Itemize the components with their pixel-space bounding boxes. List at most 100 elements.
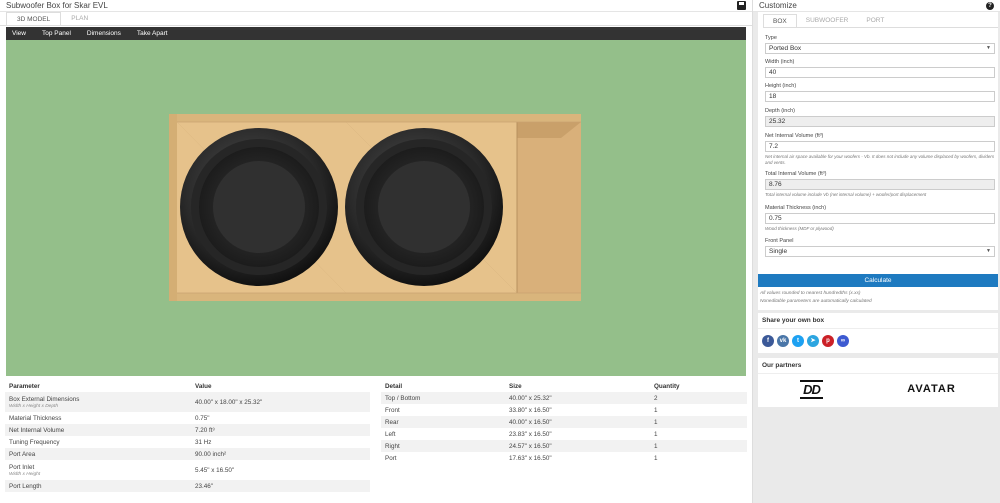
type-field: Type Ported Box ▼ <box>765 35 995 54</box>
vk-icon[interactable]: vk <box>777 335 789 347</box>
detail-name: Top / Bottom <box>381 392 505 404</box>
detail-size: 40.00" x 25.32" <box>505 392 650 404</box>
param-name: Net Internal Volume <box>5 424 191 436</box>
col-value: Value <box>195 382 212 390</box>
detail-name: Left <box>385 430 396 438</box>
social-icons: f vk t ➤ p ∞ <box>758 329 998 353</box>
width-input[interactable]: 40 <box>765 67 995 78</box>
customize-header: Customize ? <box>753 0 1000 12</box>
type-select[interactable]: Ported Box <box>765 43 995 54</box>
param-name: Tuning Frequency <box>9 438 60 446</box>
table-row: Material Thickness 0.75" <box>5 412 370 424</box>
detail-size: 17.63" x 16.50" <box>509 454 552 462</box>
height-input[interactable]: 18 <box>765 91 995 102</box>
height-label: Height (inch) <box>765 83 797 89</box>
depth-field: Depth (inch) 25.32 <box>765 108 995 127</box>
depth-input: 25.32 <box>765 116 995 127</box>
table-row: Port Inlet Width x Height 5.45" x 16.50" <box>5 460 370 480</box>
width-field: Width (inch) 40 <box>765 59 995 78</box>
menu-take-apart[interactable]: Take Apart <box>131 30 174 37</box>
customize-title: Customize <box>759 1 797 10</box>
tab-subwoofer[interactable]: SUBWOOFER <box>797 14 858 27</box>
col-parameter: Parameter <box>9 382 40 390</box>
col-quantity: Quantity <box>654 382 680 390</box>
param-value: 5.45" x 16.50" <box>195 466 235 474</box>
menu-view[interactable]: View <box>6 30 32 37</box>
menu-dimensions[interactable]: Dimensions <box>81 30 127 37</box>
thickness-field: Material Thickness (inch) 0.75 Wood thic… <box>765 205 995 232</box>
tab-3d-model[interactable]: 3D MODEL <box>6 12 62 25</box>
table-row: Box External Dimensions Width x Height x … <box>5 392 370 412</box>
parameters-table: Parameter Value Box External Dimensions W… <box>5 380 370 492</box>
width-label: Width (inch) <box>765 59 795 65</box>
port-chamber <box>517 122 581 293</box>
partners-title: Our partners <box>758 358 998 374</box>
table-row: Net Internal Volume 7.20 ft³ <box>5 424 370 436</box>
tab-box[interactable]: BOX <box>763 14 797 27</box>
save-icon[interactable] <box>737 1 746 10</box>
detail-qty: 1 <box>654 454 658 462</box>
total-volume-help: Total internal volume include Vb (net in… <box>765 192 927 197</box>
page-title: Subwoofer Box for Skar EVL <box>6 1 108 10</box>
param-value: 40.00" x 18.00" x 25.32" <box>191 392 370 412</box>
detail-name: Right <box>381 440 505 452</box>
param-name: Material Thickness <box>9 414 62 422</box>
total-volume-input: 8.76 <box>765 179 995 190</box>
detail-size: 33.80" x 16.50" <box>509 406 552 414</box>
link-icon[interactable]: ∞ <box>837 335 849 347</box>
customize-tabs: BOX SUBWOOFER PORT <box>763 14 998 28</box>
param-value: 90.00 inch² <box>191 448 370 460</box>
results-tables: Parameter Value Box External Dimensions W… <box>0 377 752 503</box>
share-section: Share your own box f vk t ➤ p ∞ <box>758 313 998 353</box>
param-value: 23.46" <box>191 480 370 492</box>
detail-name: Port <box>385 454 397 462</box>
front-panel-field: Front Panel Single ▼ <box>765 238 995 257</box>
share-title: Share your own box <box>758 313 998 329</box>
net-volume-field: Net Internal Volume (ft³) 7.2 Net intern… <box>765 133 995 165</box>
tab-plan[interactable]: PLAN <box>61 12 98 25</box>
param-value: 31 Hz <box>195 438 212 446</box>
thickness-input[interactable]: 0.75 <box>765 213 995 224</box>
thickness-help: Wood thickness (MDF or plywood) <box>765 226 834 231</box>
detail-name: Front <box>385 406 400 414</box>
param-sub: Width x Height <box>9 471 41 477</box>
telegram-icon[interactable]: ➤ <box>807 335 819 347</box>
chevron-down-icon: ▼ <box>986 45 991 51</box>
viewer-menu: View Top Panel Dimensions Take Apart <box>6 27 746 40</box>
net-volume-input[interactable]: 7.2 <box>765 141 995 152</box>
main-panel: Subwoofer Box for Skar EVL 3D MODEL PLAN… <box>0 0 752 503</box>
detail-table: Detail Size Quantity Top / Bottom 40.00"… <box>381 380 747 464</box>
partner-logo-avatar[interactable]: AVATAR <box>907 383 956 395</box>
chevron-down-icon: ▼ <box>986 248 991 254</box>
detail-qty: 1 <box>654 430 658 438</box>
table-row: Port Length 23.46" <box>5 480 370 492</box>
thickness-label: Material Thickness (inch) <box>765 205 827 211</box>
param-name: Box External Dimensions <box>9 395 80 403</box>
menu-top-panel[interactable]: Top Panel <box>36 30 77 37</box>
front-panel-select[interactable]: Single <box>765 246 995 257</box>
total-volume-label: Total Internal Volume (ft³) <box>765 171 827 177</box>
table-row: Front 33.80" x 16.50" 1 <box>381 404 747 416</box>
pinterest-icon[interactable]: p <box>822 335 834 347</box>
partners-section: Our partners DD AVATAR <box>758 358 998 407</box>
detail-size: 40.00" x 16.50" <box>505 416 650 428</box>
param-name: Port Area <box>5 448 191 460</box>
detail-name: Rear <box>381 416 505 428</box>
tab-port[interactable]: PORT <box>857 14 893 27</box>
detail-qty: 1 <box>650 440 747 452</box>
calculate-button[interactable]: Calculate <box>758 274 998 287</box>
twitter-icon[interactable]: t <box>792 335 804 347</box>
table-row: Port Area 90.00 inch² <box>5 448 370 460</box>
net-volume-help: Net internal air space available for you… <box>765 154 995 165</box>
partner-logos: DD AVATAR <box>758 374 998 404</box>
facebook-icon[interactable]: f <box>762 335 774 347</box>
param-name: Port Length <box>5 480 191 492</box>
table-row: Rear 40.00" x 16.50" 1 <box>381 416 747 428</box>
partner-logo-dd[interactable]: DD <box>800 379 823 399</box>
table-row: Port 17.63" x 16.50" 1 <box>381 452 747 464</box>
help-icon[interactable]: ? <box>986 1 994 10</box>
table-row: Right 24.57" x 16.50" 1 <box>381 440 747 452</box>
front-panel-label: Front Panel <box>765 238 794 244</box>
detail-qty: 2 <box>650 392 747 404</box>
3d-viewport[interactable] <box>6 40 746 376</box>
